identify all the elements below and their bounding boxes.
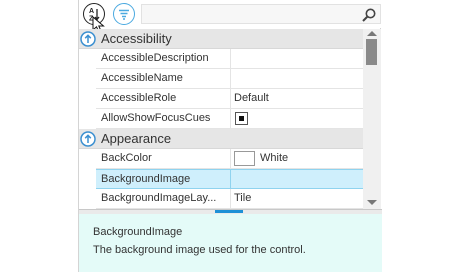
svg-text:A: A: [89, 8, 94, 15]
property-grid: A Z Accessibility AccessibleDescription …: [78, 0, 382, 272]
category-label: Accessibility: [101, 31, 172, 46]
column-divider[interactable]: [230, 89, 231, 108]
splitter-grip[interactable]: [215, 210, 243, 213]
property-name: AccessibleRole: [101, 92, 177, 104]
property-name: AllowShowFocusCues: [101, 112, 211, 124]
property-row[interactable]: BackColor White: [96, 149, 363, 169]
column-divider[interactable]: [230, 189, 231, 208]
property-name: AccessibleName: [101, 72, 183, 84]
property-grid-toolbar: A Z: [79, 0, 382, 34]
vertical-scrollbar[interactable]: [363, 29, 381, 209]
magnifier-icon[interactable]: [361, 7, 377, 23]
scroll-thumb[interactable]: [366, 39, 377, 65]
property-name: BackgroundImageLay...: [101, 192, 217, 204]
description-title: BackgroundImage: [93, 226, 183, 238]
category-accessibility[interactable]: Accessibility: [79, 29, 363, 49]
property-row[interactable]: AccessibleName: [96, 69, 363, 89]
description-text: The background image used for the contro…: [93, 244, 306, 256]
scroll-up-arrow-icon[interactable]: [367, 31, 377, 36]
category-appearance[interactable]: Appearance: [79, 129, 363, 149]
collapse-category-icon[interactable]: [80, 131, 96, 147]
sort-categorized-icon: [119, 9, 129, 20]
column-divider[interactable]: [230, 149, 231, 168]
scroll-down-arrow-icon[interactable]: [367, 200, 377, 205]
property-row[interactable]: AccessibleDescription: [96, 49, 363, 69]
collapse-category-icon[interactable]: [80, 31, 96, 47]
column-divider[interactable]: [230, 170, 231, 188]
property-row[interactable]: BackgroundImageLay... Tile: [96, 189, 363, 209]
property-name: BackgroundImage: [101, 173, 191, 185]
property-value[interactable]: Tile: [234, 192, 251, 204]
column-divider[interactable]: [230, 109, 231, 128]
description-panel: BackgroundImage The background image use…: [79, 214, 382, 272]
color-swatch[interactable]: [234, 151, 255, 166]
property-value[interactable]: Default: [234, 92, 269, 104]
column-divider[interactable]: [230, 49, 231, 68]
search-input[interactable]: [141, 4, 381, 24]
property-value[interactable]: White: [260, 152, 288, 164]
category-label: Appearance: [101, 131, 172, 146]
sort-categorized-button[interactable]: [113, 3, 135, 25]
property-name: AccessibleDescription: [101, 52, 209, 64]
allow-show-focus-cues-checkbox[interactable]: [235, 112, 248, 125]
property-row[interactable]: AllowShowFocusCues: [96, 109, 363, 129]
grid-left-margin: [79, 29, 96, 209]
property-name: BackColor: [101, 152, 152, 164]
property-row[interactable]: AccessibleRole Default: [96, 89, 363, 109]
column-divider[interactable]: [230, 69, 231, 88]
property-row-selected[interactable]: BackgroundImage: [96, 169, 363, 189]
